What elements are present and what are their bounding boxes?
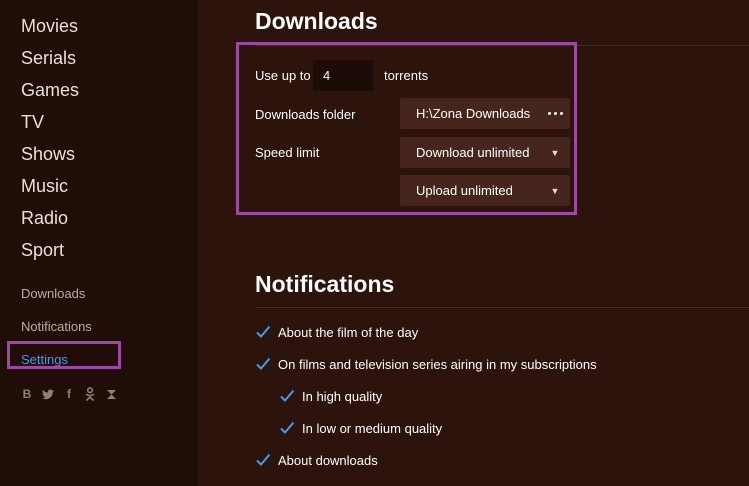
checkmark-icon [256,325,271,338]
nav-radio[interactable]: Radio [21,202,79,234]
zona-icon[interactable] [105,386,117,402]
nav-music[interactable]: Music [21,170,79,202]
upload-speed-value: Upload unlimited [416,183,513,198]
nav-sport[interactable]: Sport [21,234,79,266]
notify-high-quality-label: In high quality [302,388,383,404]
download-speed-value: Download unlimited [416,145,530,160]
odnoklassniki-icon[interactable] [84,386,96,402]
downloads-folder-label: Downloads folder [255,107,356,122]
downloads-section-title: Downloads [255,8,378,34]
downloads-folder-value: H:\Zona Downloads [416,106,531,121]
speed-limit-label: Speed limit [255,145,320,160]
nav-shows[interactable]: Shows [21,138,79,170]
notify-film-of-day-checkbox[interactable]: About the film of the day [255,324,418,340]
main-nav: Movies Serials Games TV Shows Music Radi… [21,10,79,266]
twitter-icon[interactable] [42,386,54,402]
nav-tv[interactable]: TV [21,106,79,138]
nav-serials[interactable]: Serials [21,42,79,74]
checkmark-icon [256,453,271,466]
notify-downloads-checkbox[interactable]: About downloads [255,452,378,468]
torrents-count-input[interactable] [313,60,373,91]
notifications-divider [255,307,749,308]
nav-downloads[interactable]: Downloads [21,277,92,310]
download-speed-select[interactable]: Download unlimited ▼ [400,137,570,168]
facebook-icon[interactable]: f [63,386,75,402]
notify-high-quality-checkbox[interactable]: In high quality [279,388,382,404]
notify-subscriptions-label: On films and television series airing in… [278,356,597,372]
notify-low-quality-checkbox[interactable]: In low or medium quality [279,420,442,436]
chevron-down-icon: ▼ [550,185,560,196]
torrents-label: torrents [384,68,429,83]
notify-film-of-day-label: About the film of the day [278,324,419,340]
notifications-section-title: Notifications [255,271,395,297]
notify-low-quality-label: In low or medium quality [302,420,443,436]
nav-games[interactable]: Games [21,74,79,106]
chevron-down-icon: ▼ [550,147,560,158]
nav-notifications[interactable]: Notifications [21,310,92,343]
use-up-to-label: Use up to [255,68,311,83]
more-dots-icon [540,112,570,115]
checkmark-icon [280,389,295,402]
sidebar: Movies Serials Games TV Shows Music Radi… [0,0,198,486]
nav-movies[interactable]: Movies [21,10,79,42]
upload-speed-select[interactable]: Upload unlimited ▼ [400,175,570,206]
checkmark-icon [280,421,295,434]
checkmark-icon [256,357,271,370]
notify-subscriptions-checkbox[interactable]: On films and television series airing in… [255,356,597,372]
social-links: B f [21,386,117,402]
settings-highlight-frame [7,341,121,369]
downloads-folder-picker[interactable]: H:\Zona Downloads [400,98,570,129]
vk-icon[interactable]: B [21,386,33,402]
notify-downloads-label: About downloads [278,452,378,468]
